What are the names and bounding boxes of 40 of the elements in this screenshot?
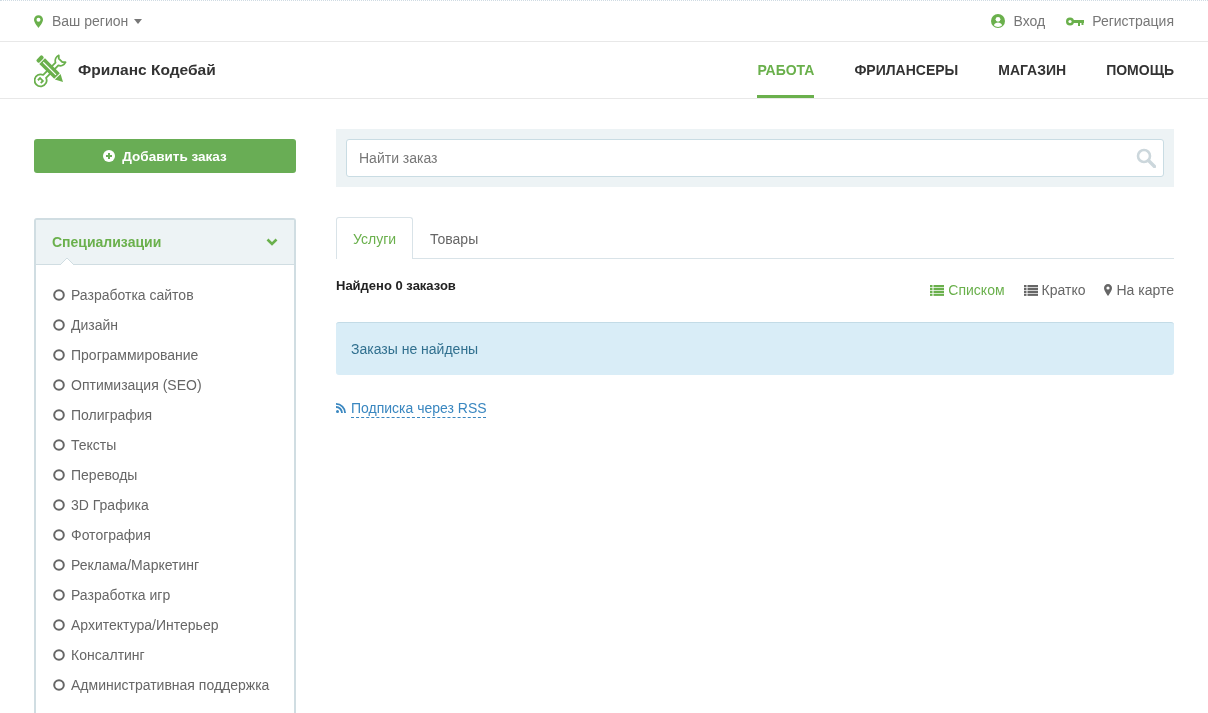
key-icon [1066,16,1085,26]
user-icon [991,14,1006,28]
list-icon [930,284,945,296]
specialization-option[interactable]: Программирование [53,340,199,370]
nav-tab[interactable]: ПОМОЩЬ [1106,42,1174,98]
rss-icon [336,403,346,413]
map-pin-icon [34,14,43,28]
specialization-option[interactable]: Консалтинг [53,640,145,670]
tab[interactable]: Товары [413,217,496,259]
specialization-option[interactable]: Административная поддержка [53,670,270,700]
nav-tab[interactable]: МАГАЗИН [998,42,1067,98]
search-icon[interactable] [1136,148,1156,168]
nav-tab[interactable]: ФРИЛАНСЕРЫ [854,42,959,98]
specialization-option[interactable]: Дизайн [53,310,119,340]
notch-icon [60,258,74,265]
rss-link[interactable]: Подписка через RSS [336,400,487,416]
no-results-alert: Заказы не найдены [336,322,1174,375]
specialization-option[interactable]: Оптимизация (SEO) [53,370,202,400]
plus-circle-icon [103,150,116,162]
login-link[interactable]: Вход [991,13,1046,29]
register-link[interactable]: Регистрация [1066,13,1174,29]
specialization-option[interactable]: Полиграфия [53,400,153,430]
specialization-option[interactable]: Разработка сайтов [53,280,194,310]
specialization-option[interactable]: Тексты [53,430,117,460]
specialization-option[interactable]: Реклама/Маркетинг [53,550,200,580]
specialization-option[interactable]: 3D Графика [53,490,149,520]
caret-icon [134,18,143,24]
list-icon [1023,284,1038,296]
specialization-option[interactable]: Переводы [53,460,138,490]
view-option[interactable]: На карте [1104,282,1174,298]
region-selector[interactable]: Ваш регион [34,13,143,29]
map-pin-icon [1104,284,1113,296]
specialization-option[interactable]: Архитектура/Интерьер [53,610,219,640]
search-field[interactable]: Найти заказ [346,139,1164,177]
site-name: Фриланс Кодебай [78,61,216,79]
specialization-option[interactable]: Фотография [53,520,151,550]
wrench-pencil-icon [34,52,68,88]
specialization-option[interactable]: Разработка игр [53,580,171,610]
results-count: Найдено 0 заказов [336,278,456,293]
view-option[interactable]: Кратко [1023,282,1086,298]
